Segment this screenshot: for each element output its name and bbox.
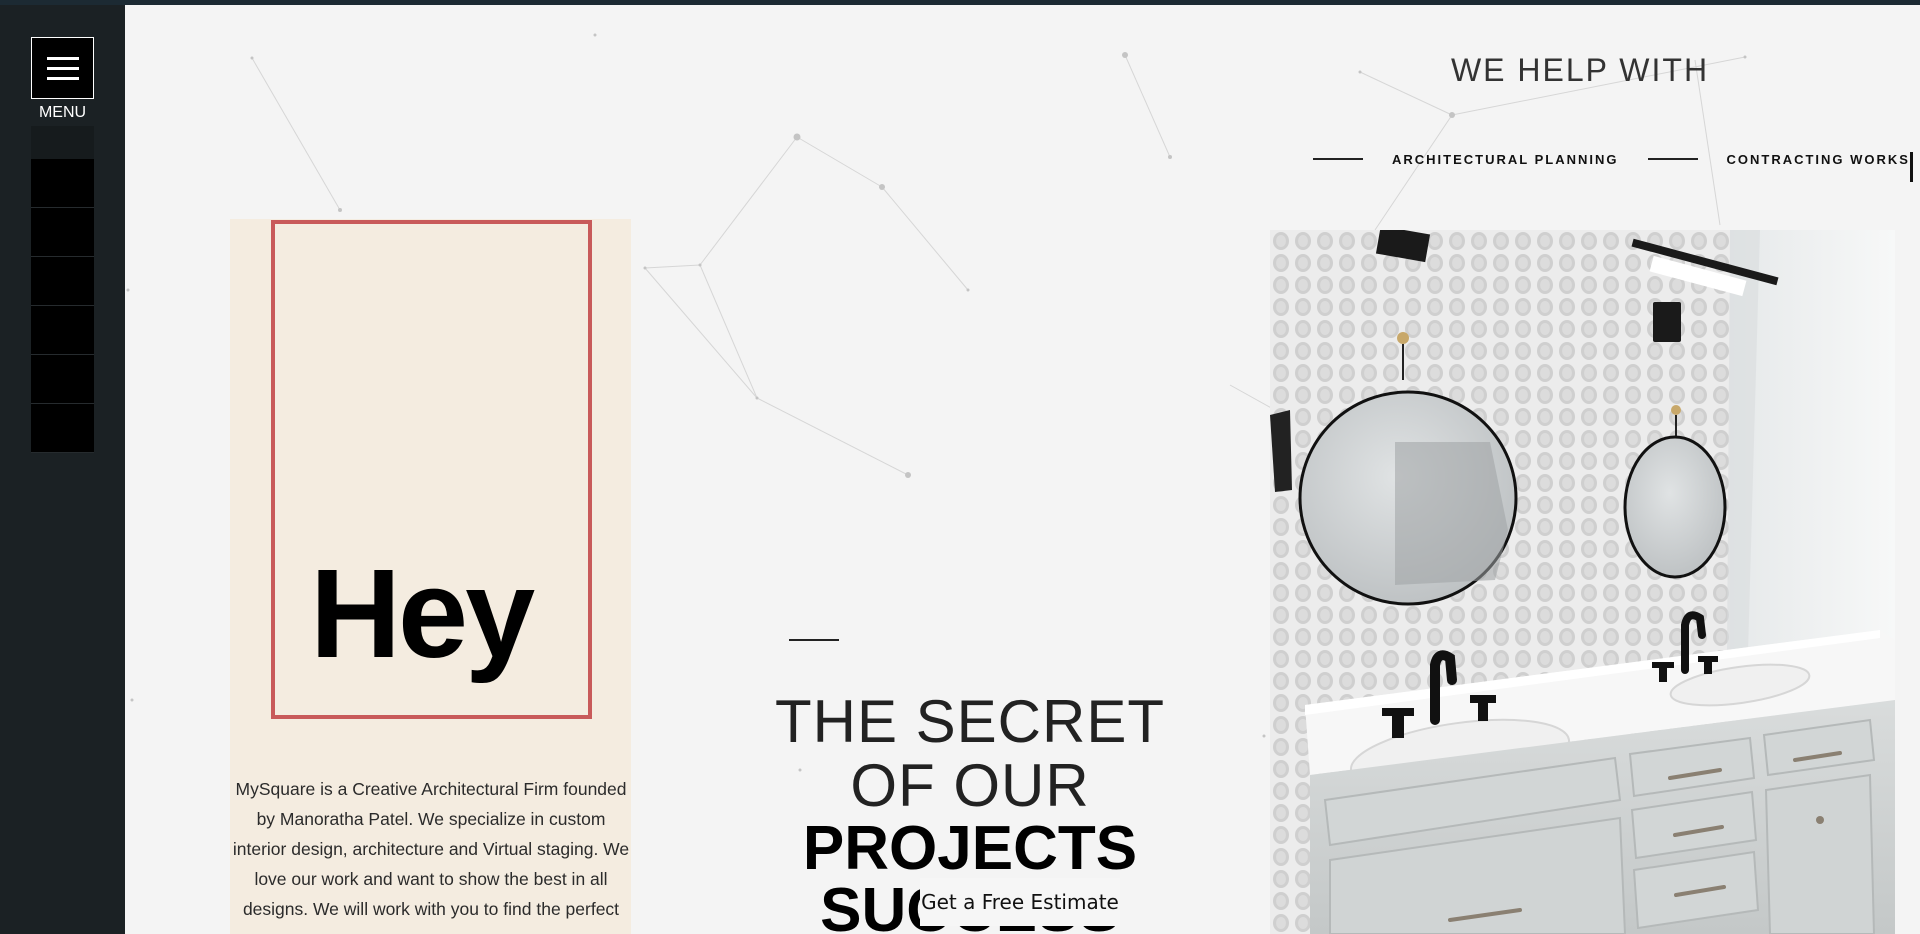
hamburger-icon (46, 56, 79, 60)
sidebar: MENU (0, 0, 125, 934)
sidebar-link[interactable] (31, 306, 94, 355)
free-estimate-button[interactable]: Get a Free Estimate (920, 878, 1120, 926)
intro-text: MySquare is a Creative Architectural Fir… (232, 779, 630, 919)
intro-heading: Hey (310, 543, 535, 684)
bathroom-vanity-photo (1270, 230, 1895, 934)
sidebar-link[interactable] (31, 257, 94, 306)
hero-line-1: THE SECRET (774, 688, 1166, 755)
hero-line-3: PROJECTS (802, 814, 1138, 883)
sidebar-links (31, 159, 94, 453)
menu-label-background (31, 126, 94, 159)
menu-label[interactable]: MENU (31, 104, 94, 122)
service-architectural-planning[interactable]: ARCHITECTURAL PLANNING (1392, 152, 1618, 167)
services-list: ARCHITECTURAL PLANNING CONTRACTING WORKS (1313, 148, 1910, 170)
bathroom-illustration (1270, 230, 1895, 934)
heading-accent-line (789, 639, 839, 641)
scroll-indicator[interactable] (1910, 152, 1913, 182)
sidebar-link[interactable] (31, 159, 94, 208)
sidebar-link[interactable] (31, 355, 94, 404)
help-title: WE HELP WITH (1450, 52, 1710, 88)
hamburger-icon-bar (46, 76, 79, 80)
service-divider (1313, 158, 1363, 160)
top-border (0, 0, 1920, 5)
menu-button[interactable] (31, 37, 94, 99)
hamburger-icon-bar (46, 66, 79, 70)
service-contracting-works[interactable]: CONTRACTING WORKS (1726, 152, 1910, 167)
service-divider (1648, 158, 1699, 160)
sidebar-link[interactable] (31, 208, 94, 257)
sidebar-link[interactable] (31, 404, 94, 453)
hero-line-2: OF OUR (850, 752, 1090, 819)
intro-card: Hey MySquare is a Creative Architectural… (230, 219, 631, 934)
